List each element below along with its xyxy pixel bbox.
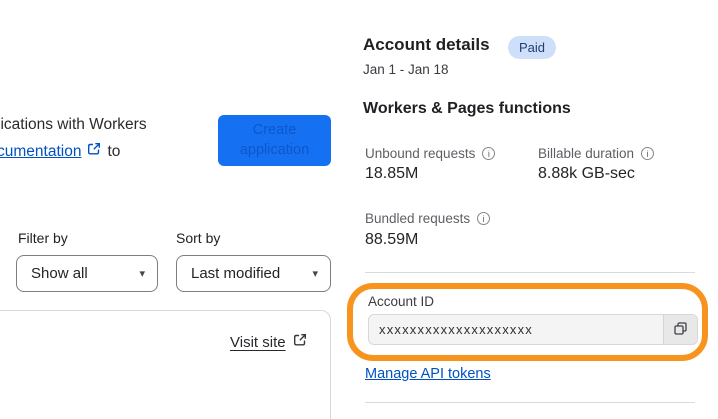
external-link-icon <box>87 142 101 161</box>
filter-select[interactable]: Show all ▾ <box>16 255 158 292</box>
documentation-link[interactable]: cumentation <box>0 143 81 161</box>
divider <box>365 272 695 273</box>
sort-by-label: Sort by <box>176 230 221 246</box>
intro-text-suffix: to <box>107 142 121 160</box>
functions-section-title: Workers & Pages functions <box>363 100 571 117</box>
info-icon[interactable]: i <box>641 147 655 160</box>
chevron-down-icon: ▾ <box>139 268 145 280</box>
sort-select[interactable]: Last modified ▾ <box>176 255 331 292</box>
account-id-input[interactable] <box>369 315 663 344</box>
sort-select-value: Last modified <box>191 265 281 282</box>
metric-label-bundled: Bundled requests i <box>365 211 491 226</box>
metric-value-billable: 8.88k GB-sec <box>538 165 635 182</box>
manage-api-tokens-link[interactable]: Manage API tokens <box>365 366 491 382</box>
create-application-button[interactable]: Create application <box>218 115 331 166</box>
account-details-title: Account details <box>363 35 490 54</box>
info-icon[interactable]: i <box>482 147 496 160</box>
copy-icon <box>673 321 688 339</box>
intro-text-line2: cumentation to <box>0 142 120 161</box>
project-card <box>0 310 331 419</box>
metric-label-billable: Billable duration i <box>538 146 655 161</box>
metric-value-bundled: 88.59M <box>365 231 419 248</box>
filter-select-value: Show all <box>31 265 88 282</box>
intro-text-line1: lications with Workers <box>0 116 147 133</box>
metric-label-unbound: Unbound requests i <box>365 146 496 161</box>
copy-button[interactable] <box>663 315 697 344</box>
divider <box>365 402 695 403</box>
info-icon[interactable]: i <box>477 212 491 225</box>
metric-value-unbound: 18.85M <box>365 165 419 182</box>
paid-status-badge: Paid <box>508 36 557 59</box>
account-id-field-group <box>368 314 698 345</box>
external-link-icon <box>293 333 307 351</box>
filter-by-label: Filter by <box>18 230 68 246</box>
visit-site-label: Visit site <box>230 333 286 351</box>
billing-date-range: Jan 1 - Jan 18 <box>363 62 449 77</box>
workers-pages-dashboard: lications with Workers cumentation to Cr… <box>0 0 718 419</box>
visit-site-link[interactable]: Visit site <box>230 333 307 351</box>
chevron-down-icon: ▾ <box>312 268 318 280</box>
account-id-label: Account ID <box>368 294 435 309</box>
